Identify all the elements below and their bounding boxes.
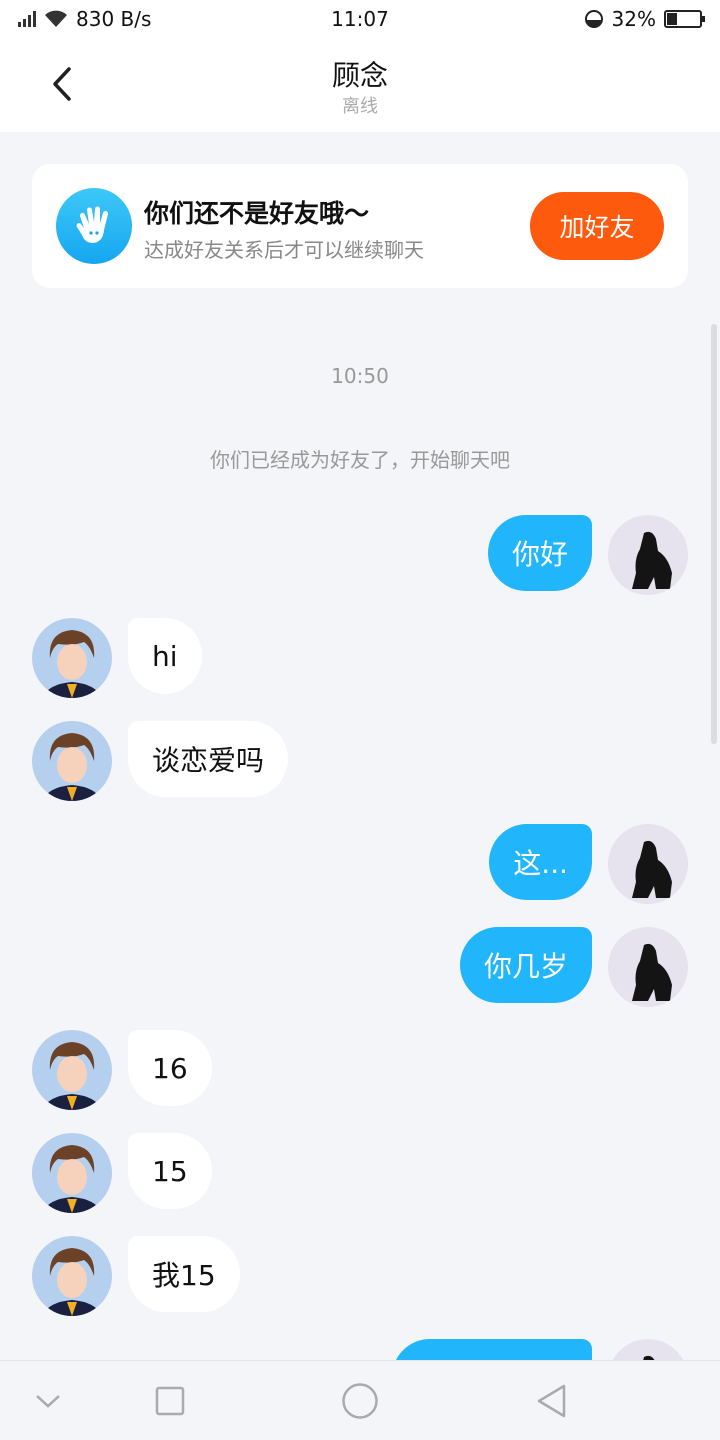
message-bubble-incoming[interactable]: 16 (128, 1030, 212, 1106)
data-saver-icon (584, 10, 603, 28)
self-avatar[interactable] (608, 1339, 688, 1360)
self-avatar[interactable] (608, 927, 688, 1007)
status-right: 32% (462, 7, 705, 31)
message-timestamp: 10:50 (331, 364, 389, 388)
add-friend-button[interactable]: 加好友 (530, 192, 664, 260)
message-bubble-outgoing[interactable]: 你好 (487, 515, 592, 591)
chat-area[interactable]: 10:50 你们已经成为好友了，开始聊天吧 你好 hi 谈恋爱吗 这... 你几… (0, 290, 720, 1360)
square-icon (155, 1386, 185, 1416)
message-bubble-outgoing[interactable]: 你几岁 (459, 927, 592, 1003)
contact-status: 离线 (342, 96, 378, 117)
contact-avatar[interactable] (32, 1133, 112, 1213)
self-avatar[interactable] (608, 515, 688, 595)
message-bubble-incoming[interactable]: 谈恋爱吗 (128, 721, 289, 797)
status-bar: 830 B/s 11:07 32% (0, 0, 720, 38)
signal-icon (18, 11, 36, 27)
contact-avatar[interactable] (32, 721, 112, 801)
banner-title: 你们还不是好友哦～ (144, 199, 370, 228)
system-message: 你们已经成为好友了，开始聊天吧 (210, 448, 510, 472)
battery-icon (664, 10, 705, 28)
net-speed: 830 B/s (76, 7, 152, 31)
circle-icon (342, 1383, 378, 1419)
self-avatar[interactable] (608, 824, 688, 904)
message-bubble-outgoing[interactable]: 这... (489, 824, 592, 900)
message-bubble-incoming[interactable]: hi (128, 618, 202, 694)
contact-name: 顾念 (331, 59, 388, 92)
contact-avatar[interactable] (32, 618, 112, 698)
message-bubble-incoming[interactable]: 15 (128, 1133, 212, 1209)
nav-recent-button[interactable] (150, 1381, 190, 1421)
status-left: 830 B/s (18, 7, 258, 31)
chat-header: 顾念 离线 (0, 38, 720, 132)
system-nav-bar (0, 1360, 720, 1440)
nav-back-button[interactable] (532, 1381, 572, 1421)
not-friend-banner: 你们还不是好友哦～ 达成好友关系后才可以继续聊天 加好友 (32, 164, 688, 288)
message-bubble-outgoing[interactable] (392, 1339, 592, 1360)
wifi-icon (45, 10, 67, 27)
battery-percent: 32% (611, 7, 656, 31)
chevron-down-icon (36, 1395, 60, 1408)
contact-avatar[interactable] (32, 1236, 112, 1316)
contact-avatar[interactable] (32, 1030, 112, 1110)
nav-home-button[interactable] (340, 1381, 380, 1421)
message-bubble-incoming[interactable]: 我15 (128, 1236, 240, 1312)
banner-description: 达成好友关系后才可以继续聊天 (144, 238, 424, 262)
hand-wave-icon (56, 188, 132, 264)
clock: 11:07 (331, 7, 389, 31)
triangle-back-icon (537, 1384, 566, 1418)
nav-hide-button[interactable] (28, 1381, 68, 1421)
